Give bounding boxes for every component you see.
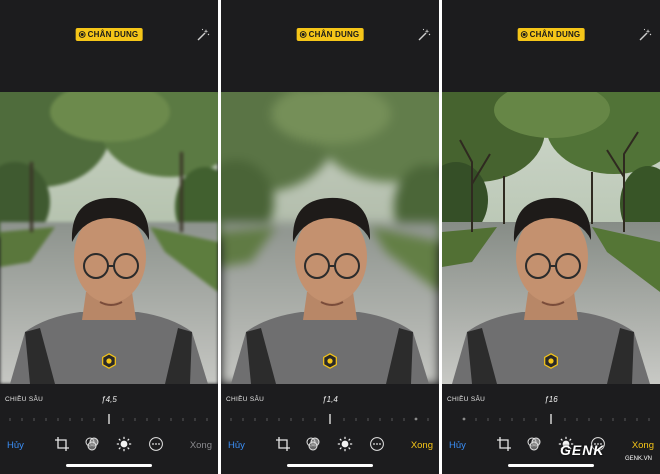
magic-wand-icon[interactable] xyxy=(638,28,652,42)
done-button[interactable]: Xong xyxy=(411,440,433,451)
magic-wand-icon[interactable] xyxy=(196,28,210,42)
tool-row xyxy=(52,436,166,454)
tool-row xyxy=(273,436,387,454)
depth-control[interactable]: CHIỀU SÂU ƒ4,5 xyxy=(0,384,218,430)
cube-icon xyxy=(78,31,86,38)
portrait-mode-badge[interactable]: CHÂN DUNG xyxy=(517,28,585,41)
portrait-photo xyxy=(442,92,660,384)
top-bar: CHÂN DUNG xyxy=(221,0,439,92)
cancel-button[interactable]: Hủy xyxy=(7,440,24,451)
portrait-photo xyxy=(0,92,218,384)
cancel-button[interactable]: Hủy xyxy=(228,440,245,451)
portrait-photo xyxy=(221,92,439,384)
aperture-value: ƒ1,4 xyxy=(322,395,338,404)
aperture-value: ƒ16 xyxy=(544,395,558,404)
hexagon-light-icon[interactable] xyxy=(101,353,117,369)
done-button[interactable]: Xong xyxy=(190,440,212,451)
cube-icon xyxy=(299,31,307,38)
cube-icon xyxy=(520,31,528,38)
depth-slider[interactable] xyxy=(450,414,652,424)
bottom-toolbar: Hủy Xong xyxy=(0,430,218,474)
cancel-button[interactable]: Hủy xyxy=(449,440,466,451)
filters-icon[interactable] xyxy=(84,436,100,452)
adjust-dial-icon[interactable] xyxy=(116,436,132,452)
home-indicator xyxy=(66,464,152,467)
bottom-toolbar: Hủy Xong xyxy=(221,430,439,474)
genk-watermark: GENK GENK.VN xyxy=(560,442,652,470)
depth-control[interactable]: CHIỀU SÂU ƒ1,4 xyxy=(221,384,439,430)
top-bar: CHÂN DUNG xyxy=(442,0,660,92)
more-ellipsis-icon[interactable] xyxy=(369,436,385,452)
editor-panel-1: CHÂN DUNG CHIỀU SÂU ƒ4,5 Hủy Xong xyxy=(0,0,218,474)
editor-panel-2: CHÂN DUNG CHIỀU SÂU ƒ1,4 Hủy Xong xyxy=(221,0,439,474)
crop-rotate-icon[interactable] xyxy=(496,436,512,452)
editor-panel-3: CHÂN DUNG CHIỀU SÂU ƒ16 Hủy Xong xyxy=(442,0,660,474)
mode-label: CHÂN DUNG xyxy=(308,30,360,39)
portrait-mode-badge[interactable]: CHÂN DUNG xyxy=(296,28,364,41)
filters-icon[interactable] xyxy=(305,436,321,452)
top-bar: CHÂN DUNG xyxy=(0,0,218,92)
portrait-mode-badge[interactable]: CHÂN DUNG xyxy=(75,28,143,41)
adjust-dial-icon[interactable] xyxy=(337,436,353,452)
aperture-value: ƒ4,5 xyxy=(101,395,117,404)
depth-slider[interactable] xyxy=(8,414,210,424)
more-ellipsis-icon[interactable] xyxy=(148,436,164,452)
depth-slider[interactable] xyxy=(229,414,431,424)
hexagon-light-icon[interactable] xyxy=(322,353,338,369)
filters-icon[interactable] xyxy=(526,436,542,452)
hexagon-light-icon[interactable] xyxy=(543,353,559,369)
crop-rotate-icon[interactable] xyxy=(54,436,70,452)
crop-rotate-icon[interactable] xyxy=(275,436,291,452)
mode-label: CHÂN DUNG xyxy=(529,30,581,39)
magic-wand-icon[interactable] xyxy=(417,28,431,42)
home-indicator xyxy=(287,464,373,467)
mode-label: CHÂN DUNG xyxy=(87,30,139,39)
depth-control[interactable]: CHIỀU SÂU ƒ16 xyxy=(442,384,660,430)
